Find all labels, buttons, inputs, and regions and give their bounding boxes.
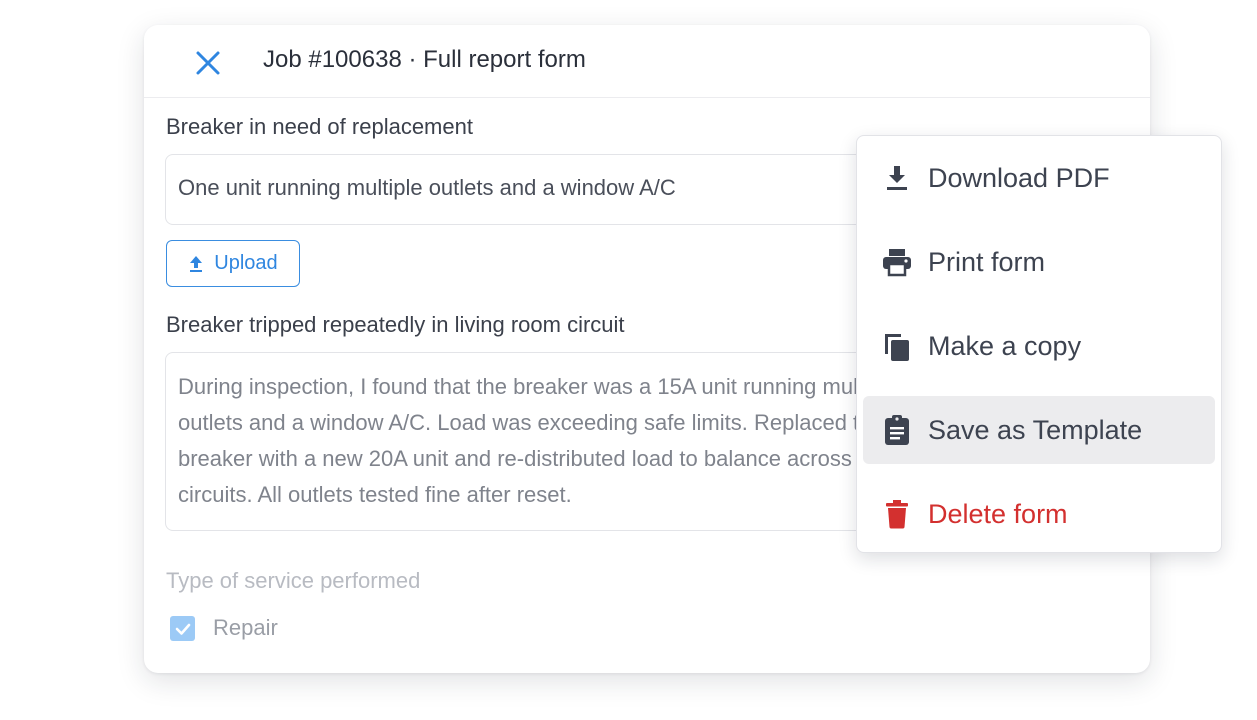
menu-item-label: Print form (928, 246, 1046, 277)
copy-icon (881, 330, 913, 362)
menu-item-make-copy[interactable]: Make a copy (863, 312, 1215, 380)
repair-checkbox-label: Repair (213, 615, 278, 640)
menu-item-save-template[interactable]: Save as Template (863, 396, 1215, 464)
field2-textarea[interactable]: During inspection, I found that the brea… (165, 352, 945, 531)
repair-checkbox[interactable] (170, 616, 195, 641)
close-icon (196, 51, 220, 75)
menu-item-label: Make a copy (928, 330, 1082, 361)
field1-label: Breaker in need of replacement (166, 114, 473, 139)
menu-item-download-pdf[interactable]: Download PDF (863, 144, 1215, 212)
upload-button[interactable]: Upload (166, 240, 300, 287)
field2-label: Breaker tripped repeatedly in living roo… (166, 312, 625, 337)
form-header: Job #100638 · Full report form (144, 25, 1150, 98)
upload-button-label: Upload (214, 252, 278, 274)
trash-icon (881, 498, 913, 530)
clipboard-icon (881, 414, 913, 446)
menu-item-print-form[interactable]: Print form (863, 228, 1215, 296)
menu-item-label: Save as Template (928, 414, 1143, 445)
menu-item-delete-form[interactable]: Delete form (863, 480, 1215, 548)
field1-input[interactable]: One unit running multiple outlets and a … (165, 154, 945, 225)
menu-item-label: Delete form (928, 498, 1068, 529)
print-icon (881, 246, 913, 278)
options-menu: Download PDF Print form Make a copy Save… (856, 135, 1222, 553)
download-icon (881, 162, 913, 194)
upload-icon (190, 255, 203, 272)
close-button[interactable] (190, 45, 226, 81)
page-title: Job #100638 · Full report form (263, 46, 586, 73)
checkmark-icon (175, 623, 190, 635)
service-type-label: Type of service performed (166, 568, 421, 593)
menu-item-label: Download PDF (928, 162, 1110, 193)
